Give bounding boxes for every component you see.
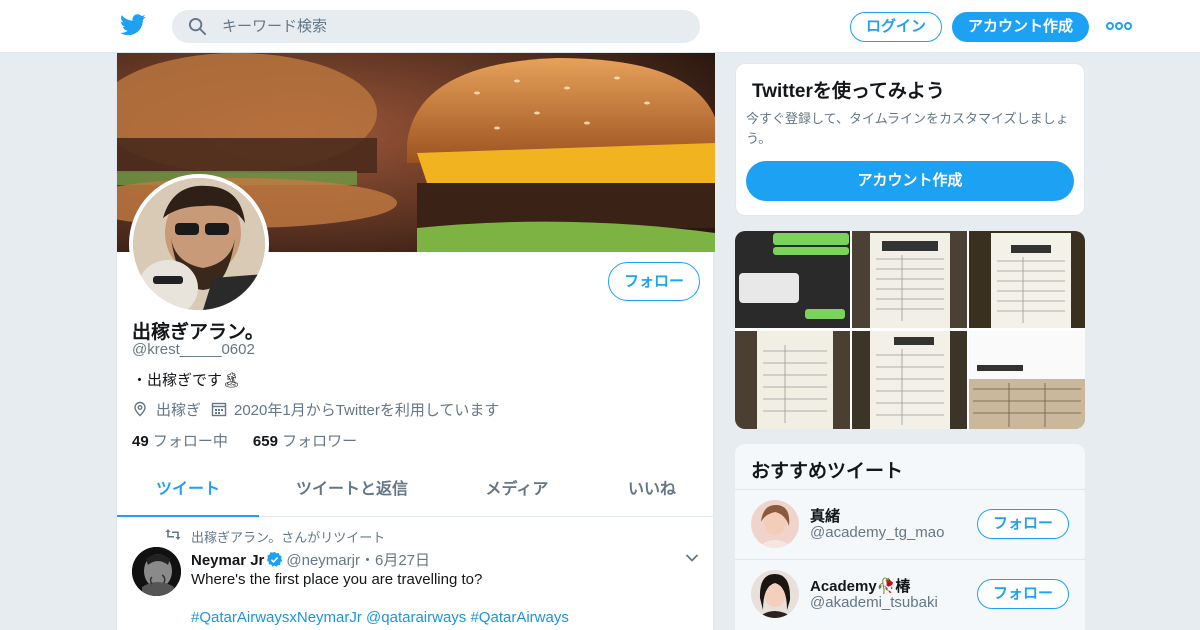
tweet-date[interactable]: 6月27日 bbox=[375, 552, 430, 569]
receipt-image bbox=[969, 231, 1085, 328]
retweet-context-text: 出稼ぎアラン。さんがリツイート bbox=[191, 530, 386, 545]
tweet-separator: ・ bbox=[359, 552, 375, 569]
location-icon bbox=[134, 401, 146, 417]
followers-label: フォロワー bbox=[282, 433, 358, 450]
recommendation-avatar[interactable] bbox=[751, 570, 799, 618]
tweet-text: Where's the first place you are travelli… bbox=[191, 571, 483, 588]
profile-avatar[interactable] bbox=[129, 174, 269, 314]
search-box bbox=[172, 10, 700, 43]
try-card-description: 今すぐ登録して、タイムラインをカスタマイズしましょう。 bbox=[746, 111, 1069, 146]
profile-location: 出稼ぎ bbox=[156, 402, 202, 419]
receipt-image bbox=[852, 231, 967, 328]
recommended-accounts: おすすめツイート 真緒 @academy_tg_mao フォロー Academy… bbox=[735, 444, 1085, 630]
tweet-author-name[interactable]: Neymar Jr bbox=[191, 552, 264, 569]
tweet-avatar-image bbox=[132, 547, 181, 596]
tweet-header: Neymar Jr @neymarjr・6月27日 bbox=[191, 549, 430, 570]
profile-column: フォロー 出稼ぎアラン。 @krest_____0602 ・出稼ぎです🏝 出稼ぎ… bbox=[116, 53, 715, 630]
more-options-icon[interactable] bbox=[1106, 19, 1132, 33]
recommendation-handle: @academy_tg_mao bbox=[810, 524, 945, 541]
tweet-hashtags[interactable]: #QatarAirwaysxNeymarJr @qatarairways #Qa… bbox=[191, 609, 569, 626]
recommendation-name[interactable]: 真緒 bbox=[810, 505, 840, 526]
try-card-title: Twitterを使ってみよう bbox=[752, 81, 945, 102]
calendar-icon bbox=[211, 402, 227, 417]
retweet-context: 出稼ぎアラン。さんがリツイート bbox=[165, 527, 386, 546]
following-count: 49 bbox=[132, 433, 149, 450]
try-twitter-card: Twitterを使ってみよう 今すぐ登録して、タイムラインをカスタマイズしましょ… bbox=[735, 63, 1085, 216]
media-thumbnail[interactable] bbox=[852, 331, 967, 429]
chat-screenshot-image bbox=[735, 231, 850, 328]
profile-display-name: 出稼ぎアラン。 bbox=[132, 322, 264, 343]
follow-button[interactable]: フォロー bbox=[608, 262, 700, 301]
search-input[interactable] bbox=[222, 10, 682, 43]
avatar-image bbox=[133, 178, 265, 310]
receipt-image bbox=[852, 331, 967, 429]
search-icon bbox=[188, 17, 207, 36]
verified-badge-icon bbox=[267, 551, 283, 567]
media-thumbnail[interactable] bbox=[969, 231, 1085, 328]
media-gallery bbox=[735, 231, 1085, 429]
media-thumbnail[interactable] bbox=[969, 331, 1085, 429]
media-thumbnail[interactable] bbox=[735, 331, 850, 429]
login-button[interactable]: ログイン bbox=[850, 12, 942, 42]
profile-tabs: ツイート ツイートと返信 メディア いいね bbox=[117, 466, 713, 517]
top-navigation-bar: ログイン アカウント作成 bbox=[0, 0, 1200, 53]
recommendation-avatar-image bbox=[751, 500, 799, 548]
signup-card-button[interactable]: アカウント作成 bbox=[746, 161, 1074, 201]
signup-button[interactable]: アカウント作成 bbox=[952, 12, 1089, 42]
media-thumbnail[interactable] bbox=[852, 231, 967, 328]
media-thumbnail[interactable] bbox=[735, 231, 850, 328]
tab-tweets[interactable]: ツイート bbox=[117, 466, 259, 517]
tweet-author-avatar[interactable] bbox=[132, 547, 181, 596]
recommendation-avatar[interactable] bbox=[751, 500, 799, 548]
profile-joined-date: 2020年1月からTwitterを利用しています bbox=[234, 402, 500, 419]
recommendation-name[interactable]: Academy🥀椿 bbox=[810, 575, 910, 596]
tab-likes[interactable]: いいね bbox=[607, 466, 697, 517]
profile-bio: ・出稼ぎです🏝 bbox=[132, 372, 242, 389]
chevron-down-icon[interactable] bbox=[685, 553, 699, 563]
follow-recommendation-button[interactable]: フォロー bbox=[977, 579, 1069, 609]
document-image bbox=[969, 331, 1085, 429]
following-link[interactable]: 49 フォロー中 bbox=[132, 433, 228, 450]
followers-link[interactable]: 659 フォロワー bbox=[253, 433, 357, 450]
follow-recommendation-button[interactable]: フォロー bbox=[977, 509, 1069, 539]
following-label: フォロー中 bbox=[152, 433, 228, 450]
tab-media[interactable]: メディア bbox=[462, 466, 572, 517]
recommendation-handle: @akademi_tsubaki bbox=[810, 594, 938, 611]
recommendation-item[interactable]: 真緒 @academy_tg_mao フォロー bbox=[735, 489, 1085, 559]
profile-stats: 49 フォロー中 659 フォロワー bbox=[132, 430, 357, 451]
followers-count: 659 bbox=[252, 433, 278, 450]
tweet-author-handle[interactable]: @neymarjr bbox=[286, 552, 360, 569]
receipt-image bbox=[735, 331, 850, 429]
twitter-bird-icon[interactable] bbox=[120, 14, 146, 36]
tab-tweets-and-replies[interactable]: ツイートと返信 bbox=[267, 466, 437, 517]
recommendation-item[interactable]: Academy🥀椿 @akademi_tsubaki フォロー bbox=[735, 559, 1085, 629]
recommendations-title: おすすめツイート bbox=[751, 461, 904, 482]
retweet-icon bbox=[165, 529, 181, 540]
recommendation-avatar-image bbox=[751, 570, 799, 618]
profile-handle: @krest_____0602 bbox=[132, 341, 255, 358]
